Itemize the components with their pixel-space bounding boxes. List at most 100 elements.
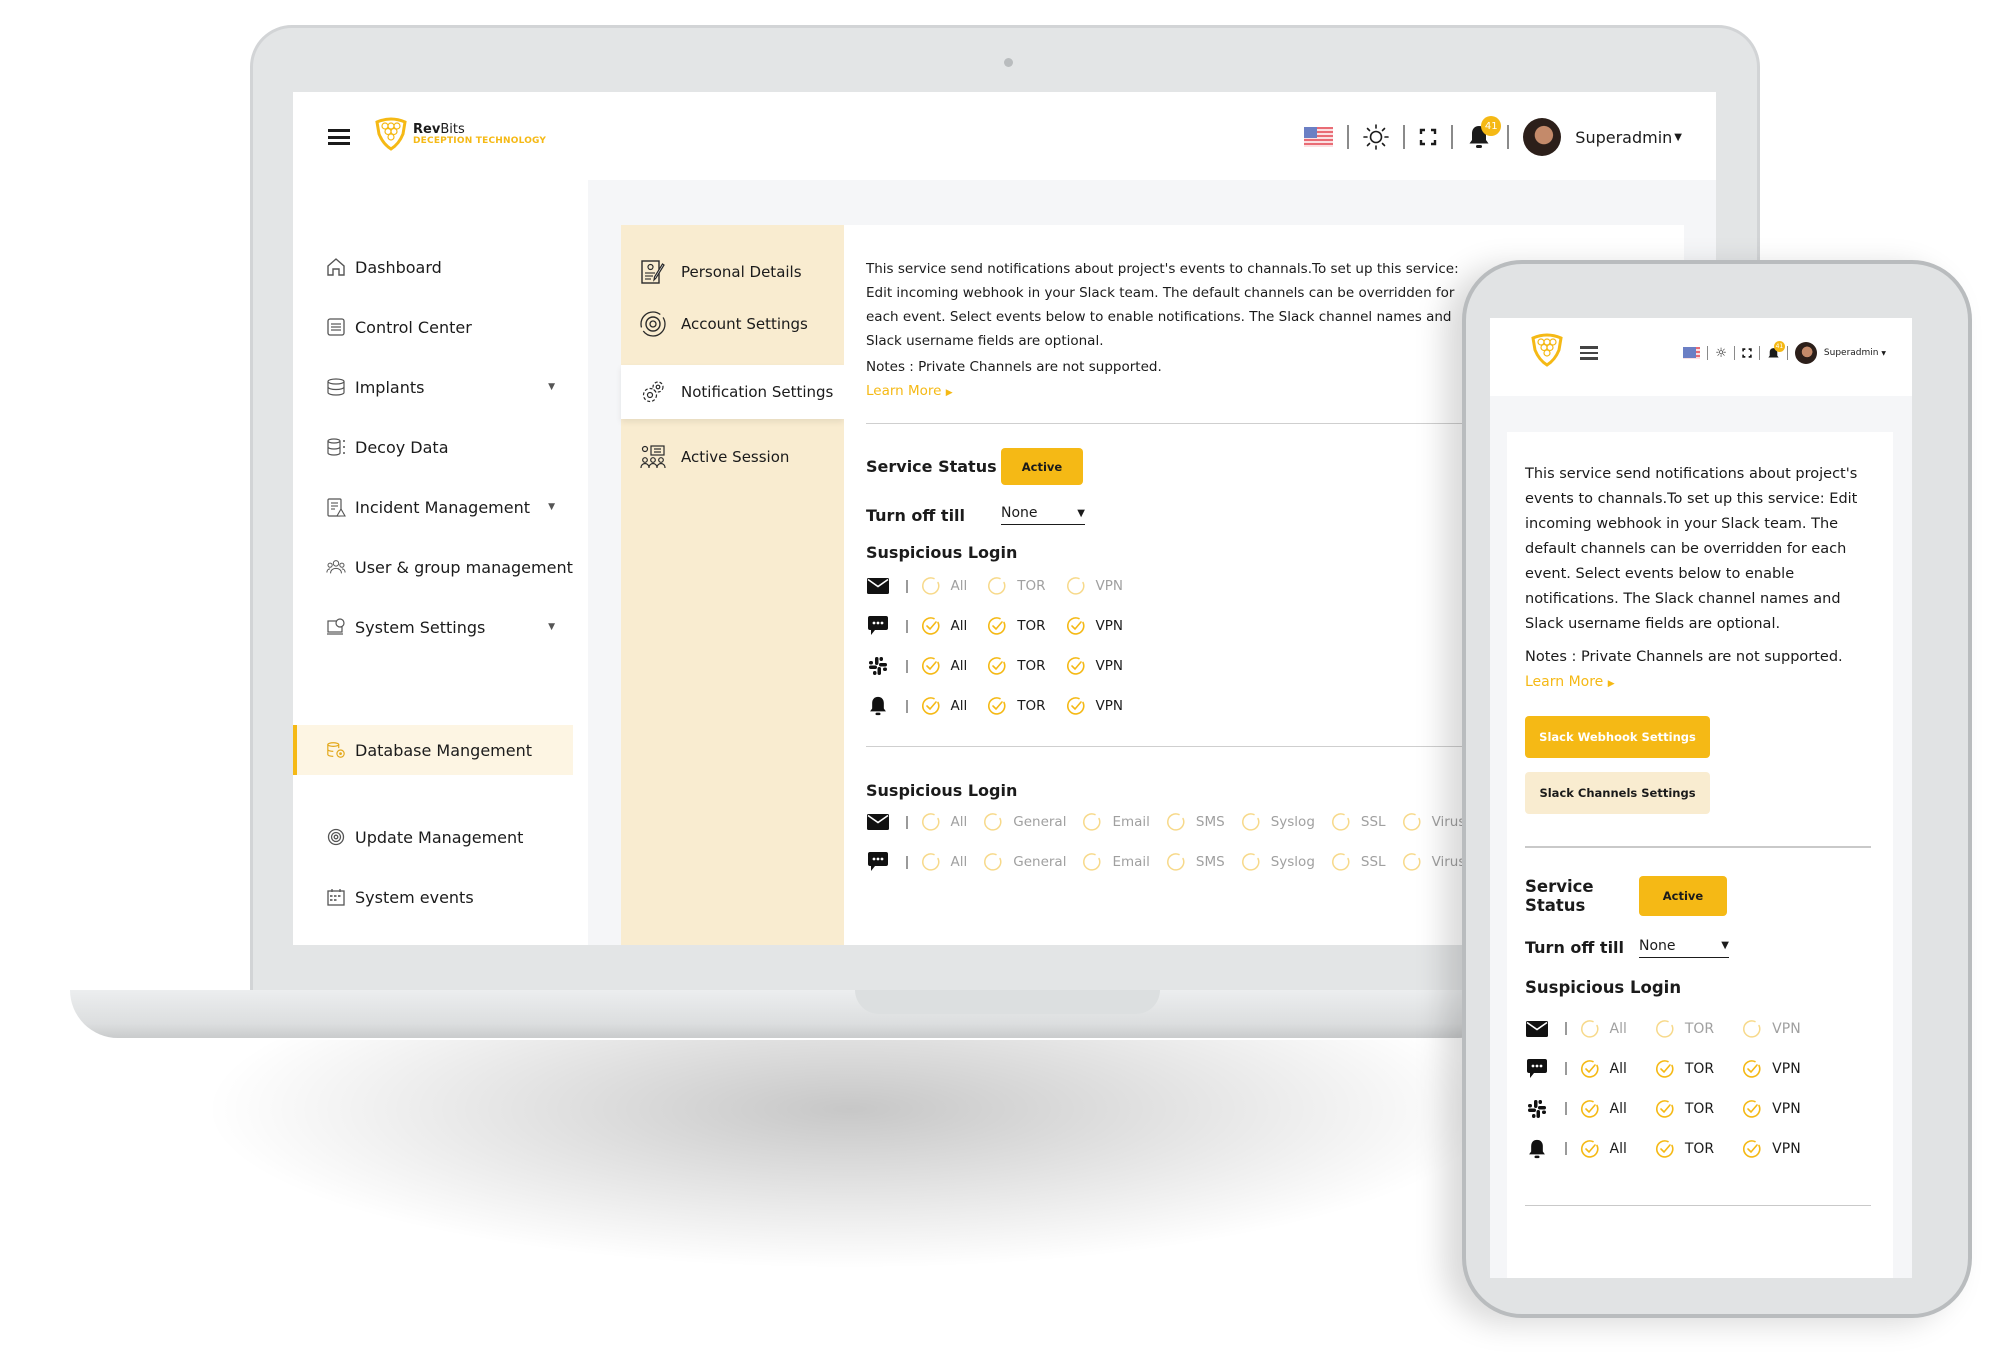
phone-header-actions: ☼ 41 Superadmin ▼ [1683,341,1886,364]
sidebar-item-control-center[interactable]: Control Center [293,302,573,352]
option-checkbox-tor[interactable]: TOR [987,576,1046,596]
fullscreen-icon[interactable] [1742,348,1752,358]
option-checkbox-tor[interactable]: TOR [1655,1019,1714,1039]
decoy-data-icon [326,437,346,457]
us-flag-icon[interactable] [1304,127,1334,147]
sidebar-item-update-management[interactable]: Update Management [293,812,573,862]
turn-off-till-select[interactable]: None ▼ [1001,505,1085,525]
option-label: Syslog [1270,814,1315,830]
option-checkbox-tor[interactable]: TOR [1655,1059,1714,1079]
option-checkbox-vpn[interactable]: VPN [1066,616,1123,636]
sidebar-item-system-events[interactable]: System events [293,872,573,922]
profile-tabs: Personal Details Account Settings Notifi… [621,225,844,945]
option-checkbox-syslog[interactable]: Syslog [1241,812,1315,832]
option-checkbox-tor[interactable]: TOR [987,656,1046,676]
check-circle-icon [1655,1059,1674,1078]
option-label: VPN [1095,578,1123,594]
option-label: All [950,854,968,870]
divider [1758,346,1760,360]
option-checkbox-sms[interactable]: SMS [1166,852,1225,872]
option-checkbox-tor[interactable]: TOR [987,616,1046,636]
option-checkbox-email[interactable]: Email [1082,812,1150,832]
option-checkbox-all[interactable]: All [921,576,967,596]
chevron-down-icon: ▼ [1077,507,1085,519]
check-circle-icon [1743,1139,1761,1158]
option-checkbox-vpn[interactable]: VPN [1066,576,1123,596]
notifications-button[interactable]: 41 [1767,341,1785,360]
option-checkbox-vpn[interactable]: VPN [1742,1059,1801,1079]
menu-toggle-button[interactable] [328,129,350,145]
brand-logo[interactable]: RevBits DECEPTION TECHNOLOGY [373,116,546,152]
service-status-toggle[interactable]: Active [1001,448,1083,485]
sun-icon[interactable] [1363,124,1390,150]
separator [1565,1022,1567,1035]
option-checkbox-syslog[interactable]: Syslog [1241,852,1315,872]
user-menu[interactable]: Superadmin ▼ [1824,348,1886,358]
option-checkbox-email[interactable]: Email [1082,852,1150,872]
sidebar-item-user-group-management[interactable]: User & group management [293,542,573,592]
tab-active-session[interactable]: Active Session [621,430,844,484]
tab-personal-details[interactable]: Personal Details [621,245,844,299]
sidebar-item-incident-management[interactable]: Incident Management ▼ [293,482,573,532]
option-checkbox-all[interactable]: All [1580,1059,1627,1079]
sidebar-item-system-settings[interactable]: System Settings ▼ [293,602,573,652]
user-avatar[interactable] [1794,342,1817,364]
us-flag-icon[interactable] [1683,347,1701,359]
learn-more-link[interactable]: Learn More ▶ [1525,674,1615,690]
sliders-icon [326,317,346,337]
sidebar-item-dashboard[interactable]: Dashboard [293,242,573,292]
shield-logo-icon[interactable] [1528,332,1566,368]
fullscreen-icon[interactable] [1419,128,1437,146]
option-checkbox-all[interactable]: All [921,696,967,716]
option-checkbox-tor[interactable]: TOR [1655,1139,1714,1159]
option-checkbox-all[interactable]: All [1580,1099,1627,1119]
option-checkbox-vpn[interactable]: VPN [1066,696,1123,716]
tab-account-settings[interactable]: Account Settings [621,297,844,351]
option-checkbox-vpn[interactable]: VPN [1742,1099,1801,1119]
circle-outline-icon [984,853,1002,871]
sidebar-item-implants[interactable]: Implants ▼ [293,362,573,412]
service-status-toggle[interactable]: Active [1639,875,1727,916]
option-checkbox-vpn[interactable]: VPN [1066,656,1123,676]
tab-notification-settings[interactable]: Notification Settings [621,365,844,419]
option-checkbox-tor[interactable]: TOR [1655,1099,1714,1119]
option-checkbox-sms[interactable]: SMS [1166,812,1225,832]
phone-notification-card: This service send notifications about pr… [1507,432,1893,1278]
option-checkbox-all[interactable]: All [1580,1019,1627,1039]
turn-off-till-select[interactable]: None ▼ [1639,938,1729,958]
sidebar-item-database-management[interactable]: Database Mangement [293,725,573,775]
slack-channels-settings-button[interactable]: Slack Channels Settings [1525,772,1710,814]
service-description: This service send notifications about pr… [1525,466,1858,632]
option-checkbox-all[interactable]: All [921,616,967,636]
option-checkbox-tor[interactable]: TOR [987,696,1046,716]
separator [906,579,908,593]
slack-webhook-settings-button[interactable]: Slack Webhook Settings [1525,716,1710,758]
option-checkbox-vpn[interactable]: VPN [1742,1139,1801,1159]
clipboard-alert-icon [326,497,346,517]
user-avatar[interactable] [1523,118,1562,156]
option-checkbox-all[interactable]: All [921,656,967,676]
option-checkbox-general[interactable]: General [983,852,1066,872]
sun-icon[interactable]: ☼ [1715,346,1727,361]
notifications-button[interactable]: 41 [1467,116,1502,150]
sidebar-item-label: System events [355,887,474,907]
circle-outline-icon [1166,853,1185,871]
option-checkbox-ssl[interactable]: SSL [1331,812,1386,832]
divider [1733,346,1735,360]
option-checkbox-all[interactable]: All [1580,1139,1627,1159]
option-checkbox-vpn[interactable]: VPN [1742,1019,1801,1039]
user-menu[interactable]: Superadmin ▼ [1575,128,1682,147]
option-label: Email [1112,814,1150,830]
learn-more-link[interactable]: Learn More ▶ [866,383,953,399]
option-checkbox-general[interactable]: General [983,812,1066,832]
separator [1565,1142,1567,1155]
option-checkbox-all[interactable]: All [921,852,968,872]
option-label: All [1609,1100,1627,1117]
option-checkbox-ssl[interactable]: SSL [1331,852,1386,872]
menu-toggle-button[interactable] [1580,346,1598,360]
option-label: VPN [1772,1100,1801,1117]
sidebar-item-decoy-data[interactable]: Decoy Data [293,422,573,472]
separator [906,699,908,713]
option-label: All [1609,1140,1627,1157]
option-checkbox-all[interactable]: All [921,812,967,832]
